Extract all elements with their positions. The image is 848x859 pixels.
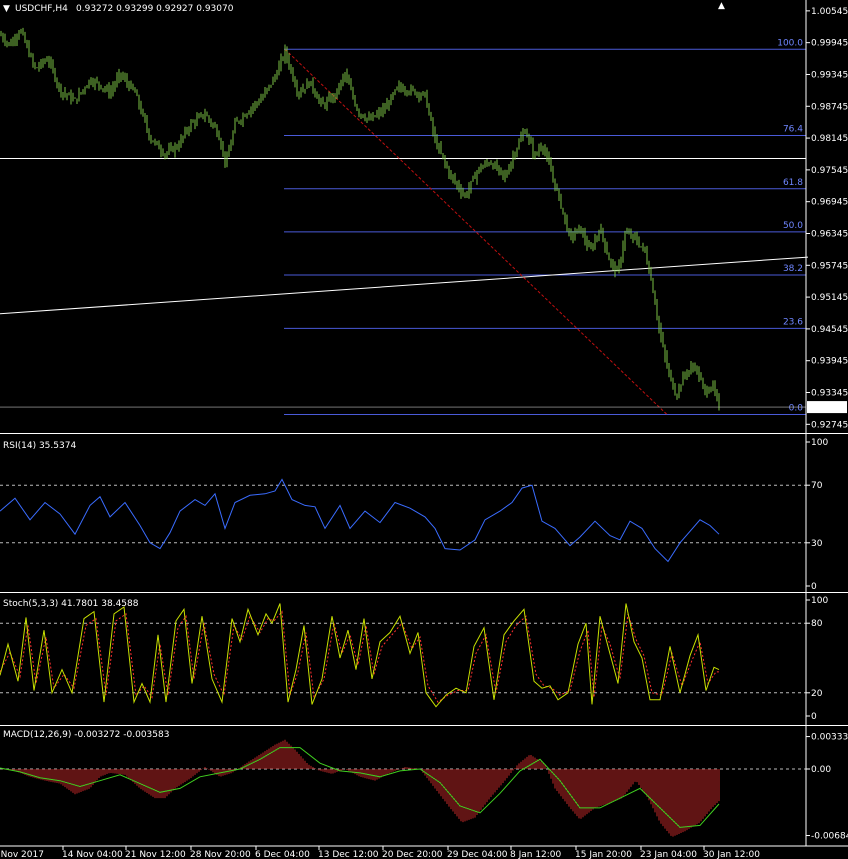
stoch-axis-tick-label: 100 xyxy=(811,596,828,606)
stoch-axis-tick-label: 20 xyxy=(811,689,823,699)
price-axis-tick-label: 0.98745 xyxy=(811,102,848,112)
price-axis-tick-label: 0.99345 xyxy=(811,70,848,80)
stoch-axis-tick-label: 80 xyxy=(811,619,823,629)
price-axis-tick-label: 0.98145 xyxy=(811,134,848,144)
price-axis-tick-label: 0.96945 xyxy=(811,198,848,208)
price-axis-tick-label: 1.00545 xyxy=(811,7,848,17)
rsi-axis-tick-label: 70 xyxy=(811,481,823,491)
symbol-label: USDCHF,H4 xyxy=(15,4,68,14)
fib-level-label: 38.2 xyxy=(783,264,803,274)
price-axis-tick-label: 0.93945 xyxy=(811,357,848,367)
time-tick-label: 23 Jan 04:00 xyxy=(640,850,697,859)
rsi-axis-tick-label: 100 xyxy=(811,438,828,448)
time-tick-label: 14 Nov 04:00 xyxy=(62,850,123,859)
fib-level-label: 100.0 xyxy=(777,38,803,48)
time-tick-label: 8 Jan 12:00 xyxy=(510,850,562,859)
time-tick-label: 28 Nov 20:00 xyxy=(190,850,251,859)
rsi-axis-tick-label: 30 xyxy=(811,539,823,549)
fib-level-label: 0.0 xyxy=(789,404,804,414)
rsi-title: RSI(14) 35.5374 xyxy=(3,441,76,451)
stoch-axis-tick-label: 0 xyxy=(811,712,817,722)
chart-canvas: FX 168 100.0 76.4 61.8 50.0 38.2 23.6 0.0 0.930… xyxy=(0,0,848,859)
collapse-arrow-icon[interactable]: ▼ xyxy=(3,4,10,14)
fib-level-label: 61.8 xyxy=(783,178,803,188)
price-axis-tick-label: 0.95745 xyxy=(811,261,848,271)
time-tick-label: 6 Dec 04:00 xyxy=(255,850,310,859)
price-axis-tick-label: 0.96345 xyxy=(811,229,848,239)
watermark-fx: FX xyxy=(505,497,581,557)
time-tick-label: 15 Jan 20:00 xyxy=(575,850,632,859)
time-tick-label: 21 Nov 12:00 xyxy=(125,850,186,859)
scroll-marker-icon[interactable]: ▲ xyxy=(718,1,725,11)
price-axis-tick-label: 0.99945 xyxy=(811,39,848,49)
fib-level-label: 76.4 xyxy=(783,124,803,134)
macd-title: MACD(12,26,9) -0.003272 -0.003583 xyxy=(3,730,169,740)
time-tick-label: 30 Jan 12:00 xyxy=(703,850,760,859)
watermark-168: 168 xyxy=(590,497,699,557)
stoch-title: Stoch(5,3,3) 41.7801 38.4588 xyxy=(3,599,139,609)
rsi-axis-tick-label: 0 xyxy=(811,582,817,592)
price-axis-tick-label: 0.94545 xyxy=(811,325,848,335)
fib-level-label: 23.6 xyxy=(783,317,803,327)
price-axis-tick-label: 0.97545 xyxy=(811,166,848,176)
price-axis-tick-label: 0.95145 xyxy=(811,293,848,303)
price-axis-tick-label: 0.93345 xyxy=(811,389,848,399)
time-tick-label: 20 Dec 20:00 xyxy=(382,850,443,859)
time-tick-label: 6 Nov 2017 xyxy=(0,850,44,859)
macd-axis-tick-label: 0.00 xyxy=(811,765,831,775)
fib-level-label: 50.0 xyxy=(783,221,803,231)
macd-axis-tick-label: -0.00684 xyxy=(811,832,848,842)
current-price-label: 0.93070 xyxy=(810,403,847,413)
time-tick-label: 13 Dec 12:00 xyxy=(318,850,379,859)
macd-axis-tick-label: 0.003332 xyxy=(811,733,848,743)
ohlc-readout: 0.93272 0.93299 0.92927 0.93070 xyxy=(76,4,234,14)
time-tick-label: 29 Dec 04:00 xyxy=(447,850,508,859)
watermark-logo: FX 168 xyxy=(505,497,699,557)
price-axis-tick-label: 0.92745 xyxy=(811,420,848,430)
